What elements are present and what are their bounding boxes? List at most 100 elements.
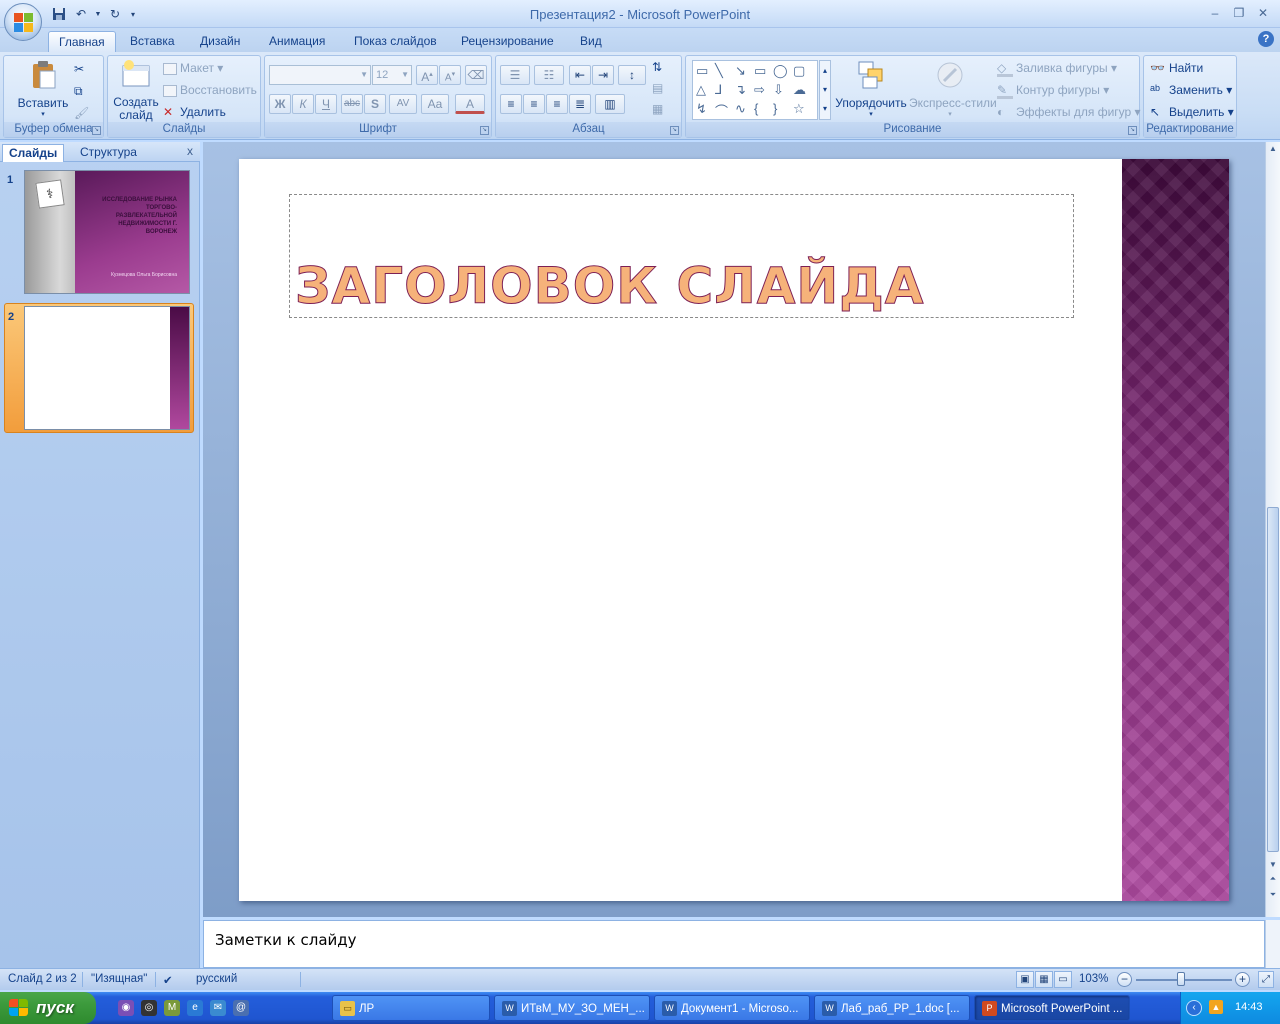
drawing-launcher-icon[interactable]: ↘ [1128,126,1137,135]
line-spacing-icon[interactable]: ↕ [618,65,646,85]
start-button[interactable]: пуск [0,992,96,1024]
slide-title[interactable]: ЗАГОЛОВОК СЛАЙДА [295,257,925,316]
curved-arrow-shape-icon[interactable]: ↯ [696,101,707,117]
smartart-icon[interactable]: ▦ [652,102,663,116]
zoom-in-icon[interactable]: + [1235,972,1250,987]
font-size-combo[interactable]: 12 ▼ [372,65,412,85]
previous-slide-icon[interactable]: ⏶ [1266,874,1280,884]
slide-canvas[interactable]: ЗАГОЛОВОК СЛАЙДА [239,159,1229,901]
paste-button[interactable]: Вставить ▾ [15,59,71,118]
zoom-out-icon[interactable]: − [1117,972,1132,987]
replace-button[interactable]: ab Заменить ▾ [1150,83,1232,99]
slide-thumbnail-2[interactable]: 2 [4,303,194,433]
office-button[interactable] [4,3,42,41]
help-icon[interactable]: ? [1258,31,1274,47]
quicklaunch-mail-icon[interactable]: M [164,1000,180,1016]
elbow-arrow-shape-icon[interactable]: ↴ [735,82,746,98]
tab-design[interactable]: Дизайн [190,31,250,52]
scroll-down-icon[interactable]: ▼ [1266,860,1280,869]
title-placeholder[interactable]: ЗАГОЛОВОК СЛАЙДА [289,194,1074,318]
restore-button[interactable]: ❐ [1228,4,1250,22]
strikethrough-button[interactable]: abc [341,94,363,114]
increase-indent-icon[interactable]: ⇥ [592,65,614,85]
quicklaunch-ie-icon[interactable]: e [187,1000,203,1016]
change-case-button[interactable]: Aa [421,94,449,114]
quicklaunch-media-icon[interactable]: ◎ [141,1000,157,1016]
shapes-gallery[interactable]: ▭ ╲ ↘ ▭ ◯ ▢ △ ⅃ ↴ ⇨ ⇩ ☁ ↯ ⌒ ∿ { } ☆ [692,60,818,120]
font-launcher-icon[interactable]: ↘ [480,126,489,135]
next-slide-icon[interactable]: ⏷ [1266,890,1280,900]
tab-view[interactable]: Вид [570,31,612,52]
tab-outline[interactable]: Структура [74,144,143,162]
slideshow-view-icon[interactable]: ▭ [1054,971,1072,988]
notes-pane[interactable]: Заметки к слайду [203,920,1265,968]
shape-effects-button[interactable]: ◐ Эффекты для фигур ▾ [997,105,1141,121]
curve-shape-icon[interactable]: ∿ [735,101,746,117]
quicklaunch-app-icon[interactable]: ◉ [118,1000,134,1016]
clock[interactable]: 14:43 [1235,1001,1263,1013]
textbox-shape-icon[interactable]: ▭ [696,63,708,79]
notes-placeholder[interactable]: Заметки к слайду [215,931,357,949]
right-brace-shape-icon[interactable]: } [773,101,777,116]
columns-icon[interactable]: ▥ [595,94,625,114]
shapes-gallery-scroll[interactable]: ▴ ▾ ▾ [819,60,831,120]
taskbar-item-powerpoint[interactable]: P Microsoft PowerPoint ... [974,995,1130,1021]
scroll-up-icon[interactable]: ▲ [1266,144,1280,153]
decrease-indent-icon[interactable]: ⇤ [569,65,591,85]
grow-font-button[interactable]: A▴ [416,65,438,85]
fit-to-window-icon[interactable]: ⤢ [1258,971,1274,988]
taskbar-item-word-1[interactable]: W ИТвМ_МУ_ЗО_МЕН_... [494,995,650,1021]
star-shape-icon[interactable]: ☆ [793,101,805,117]
taskbar-item-word-2[interactable]: W Документ1 - Microso... [654,995,810,1021]
scrollbar-thumb[interactable] [1267,507,1279,852]
arrow-shape-icon[interactable]: ↘ [735,63,746,79]
arrange-button[interactable]: Упорядочить ▾ [831,59,911,118]
minimize-button[interactable]: ‒ [1204,4,1226,22]
font-color-button[interactable]: A [455,94,485,114]
slide-sorter-view-icon[interactable]: ▦ [1035,971,1053,988]
align-right-icon[interactable]: ≡ [546,94,568,114]
close-pane-icon[interactable]: x [187,144,193,158]
triangle-shape-icon[interactable]: △ [696,82,706,98]
font-name-combo[interactable]: ▼ [269,65,371,85]
format-painter-icon[interactable]: 🖌 [74,106,89,120]
taskbar-item-folder[interactable]: ▭ ЛР [332,995,490,1021]
tab-slideshow[interactable]: Показ слайдов [344,31,447,52]
new-slide-button[interactable]: Создать слайд [112,59,160,122]
shape-fill-button[interactable]: ◇ Заливка фигуры ▾ [997,61,1117,77]
tab-home[interactable]: Главная [48,31,116,52]
delete-slide-button[interactable]: ✕ Удалить [163,105,226,121]
numbering-icon[interactable]: ☷ [534,65,564,85]
text-direction-icon[interactable]: ⇅ [652,60,662,74]
bold-button[interactable]: Ж [269,94,291,114]
clear-formatting-icon[interactable]: ⌫ [465,65,487,85]
justify-icon[interactable]: ≣ [569,94,591,114]
close-button[interactable]: ✕ [1252,4,1274,22]
align-text-icon[interactable]: ▤ [652,81,663,95]
layout-button[interactable]: Макет ▾ [163,61,223,75]
taskbar-item-word-3[interactable]: W Лаб_раб_РР_1.doc [... [814,995,970,1021]
align-left-icon[interactable]: ≡ [500,94,522,114]
quicklaunch-messenger-icon[interactable]: ✉ [210,1000,226,1016]
zoom-level[interactable]: 103% [1079,973,1108,985]
rounded-rect-shape-icon[interactable]: ▢ [793,63,805,79]
bullets-icon[interactable]: ☰ [500,65,530,85]
italic-button[interactable]: К [292,94,314,114]
clipboard-launcher-icon[interactable]: ↘ [92,126,101,135]
find-button[interactable]: 👓 Найти [1150,61,1203,77]
underline-button[interactable]: Ч [315,94,337,114]
quick-styles-button[interactable]: Экспресс-стили ▾ [909,59,997,118]
normal-view-icon[interactable]: ▣ [1016,971,1034,988]
select-button[interactable]: ↖ Выделить ▾ [1150,105,1234,121]
rectangle-shape-icon[interactable]: ▭ [754,63,766,79]
quicklaunch-browser-icon[interactable]: @ [233,1000,249,1016]
tab-insert[interactable]: Вставка [120,31,185,52]
tab-animation[interactable]: Анимация [259,31,335,52]
line-shape-icon[interactable]: ╲ [715,63,723,79]
cut-icon[interactable]: ✂ [74,62,84,76]
shape-outline-button[interactable]: ✎ Контур фигуры ▾ [997,83,1109,99]
zoom-slider-knob[interactable] [1177,972,1185,986]
reset-button[interactable]: Восстановить [163,83,257,97]
copy-icon[interactable]: ⧉ [74,84,83,99]
arc-shape-icon[interactable]: ⌒ [715,101,728,120]
